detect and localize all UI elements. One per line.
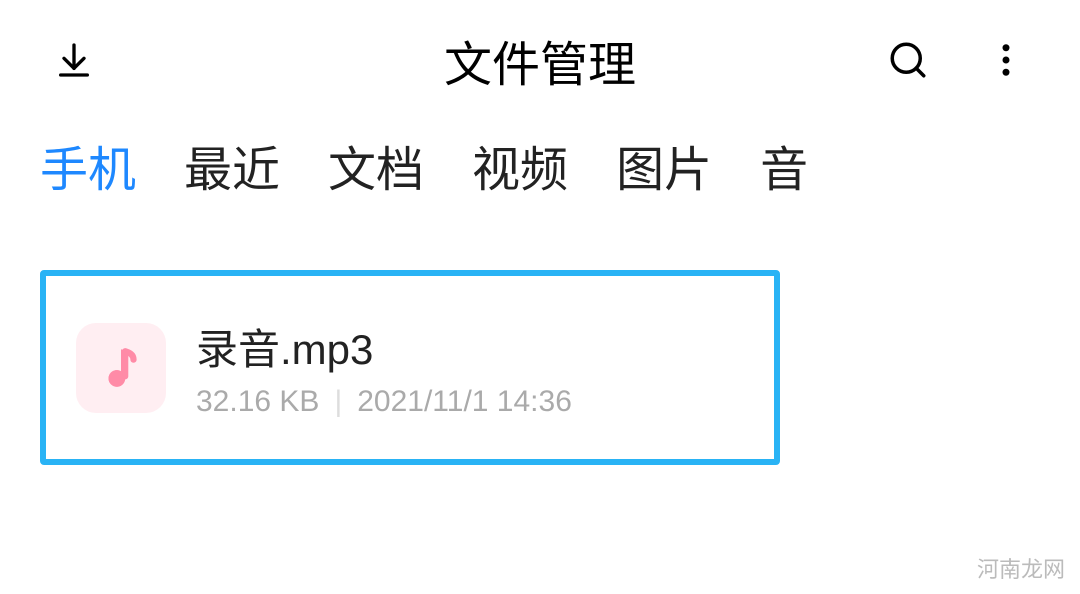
header-left [50, 36, 98, 84]
file-name: 录音.mp3 [196, 316, 572, 377]
search-icon [887, 39, 929, 81]
tab-documents[interactable]: 文档 [328, 130, 424, 200]
meta-divider: | [334, 385, 342, 419]
file-size: 32.16 KB [196, 385, 319, 419]
header-right [884, 36, 1030, 84]
music-note-icon [96, 343, 146, 393]
more-vertical-icon [985, 39, 1027, 81]
search-button[interactable] [884, 36, 932, 84]
download-icon [54, 40, 94, 80]
watermark: 河南龙网 [977, 552, 1065, 584]
more-button[interactable] [982, 36, 1030, 84]
tab-recent[interactable]: 最近 [184, 130, 280, 200]
tab-phone[interactable]: 手机 [40, 130, 136, 200]
download-button[interactable] [50, 36, 98, 84]
tab-images[interactable]: 图片 [616, 130, 712, 200]
file-meta: 32.16 KB | 2021/11/1 14:36 [196, 385, 572, 419]
file-date: 2021/11/1 14:36 [357, 385, 572, 419]
header: 文件管理 [0, 0, 1080, 120]
file-item[interactable]: 录音.mp3 32.16 KB | 2021/11/1 14:36 [40, 270, 780, 465]
tabs: 手机 最近 文档 视频 图片 音 [0, 120, 1080, 220]
page-title: 文件管理 [444, 25, 636, 95]
tab-audio[interactable]: 音 [760, 130, 808, 200]
tab-video[interactable]: 视频 [472, 130, 568, 200]
file-type-icon [76, 323, 166, 413]
file-info: 录音.mp3 32.16 KB | 2021/11/1 14:36 [196, 316, 572, 419]
